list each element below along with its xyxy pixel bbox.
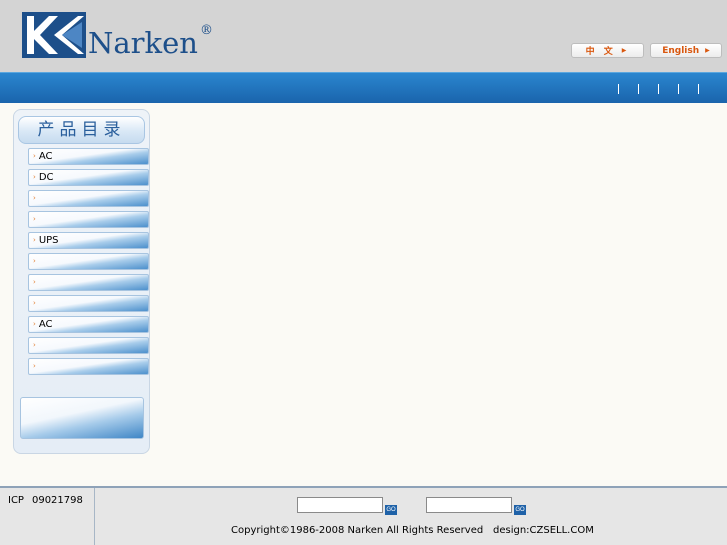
catalog-item-3[interactable]: › xyxy=(28,190,149,207)
catalog-title: 产品目录 xyxy=(18,116,145,144)
icp-label: ICP xyxy=(8,495,24,506)
design-credit[interactable]: design:CZSELL.COM xyxy=(493,525,594,536)
footer-search-input-1[interactable] xyxy=(297,497,383,513)
catalog-item-11[interactable]: › xyxy=(28,358,149,375)
triangle-right-icon: ▶ xyxy=(621,47,630,54)
catalog-item-7[interactable]: › xyxy=(28,274,149,291)
catalog-item-6[interactable]: › xyxy=(28,253,149,270)
catalog-item-ac[interactable]: › AC xyxy=(28,148,149,165)
chevron-right-icon: › xyxy=(33,278,36,286)
brand-name: Narken xyxy=(88,26,198,60)
lang-english-label: English xyxy=(662,45,700,56)
logo[interactable]: Narken ® xyxy=(22,12,213,60)
footer: ICP 09021798 GO GO Copyright©1986-2008 Na… xyxy=(0,486,727,545)
nav-separator xyxy=(638,84,639,94)
nav-bar xyxy=(0,72,727,103)
chevron-right-icon: › xyxy=(33,341,36,349)
header: Narken ® 中 文 ▶ English ▶ xyxy=(0,0,727,72)
catalog-item-ups[interactable]: › UPS xyxy=(28,232,149,249)
lang-chinese-button[interactable]: 中 文 ▶ xyxy=(571,43,644,58)
footer-search-input-2[interactable] xyxy=(426,497,512,513)
registered-mark: ® xyxy=(199,23,213,38)
lang-chinese-label: 中 文 xyxy=(585,47,616,57)
chevron-right-icon: › xyxy=(33,320,36,328)
catalog-item-8[interactable]: › xyxy=(28,295,149,312)
narken-logo-mark xyxy=(22,12,86,58)
catalog-item-label: UPS xyxy=(38,235,59,246)
catalog-item-4[interactable]: › xyxy=(28,211,149,228)
catalog-item-label: AC xyxy=(38,319,53,330)
chevron-right-icon: › xyxy=(33,236,36,244)
chevron-right-icon: › xyxy=(33,173,36,181)
chevron-right-icon: › xyxy=(33,362,36,370)
nav-separator xyxy=(678,84,679,94)
go-button-2[interactable]: GO xyxy=(514,505,526,515)
icp-number: 09021798 xyxy=(31,495,83,506)
chevron-right-icon: › xyxy=(33,215,36,223)
chevron-right-icon: › xyxy=(33,257,36,265)
catalog-item-dc[interactable]: › DC xyxy=(28,169,149,186)
nav-separator xyxy=(698,84,699,94)
chevron-right-icon: › xyxy=(33,194,36,202)
copyright-text: Copyright©1986-2008 Narken All Rights Re… xyxy=(231,525,484,536)
triangle-right-icon: ▶ xyxy=(705,47,710,54)
nav-separator xyxy=(658,84,659,94)
chevron-right-icon: › xyxy=(33,299,36,307)
catalog-item-label: DC xyxy=(38,172,54,183)
catalog-item-10[interactable]: › xyxy=(28,337,149,354)
footer-divider xyxy=(94,488,95,545)
sidebar-banner[interactable] xyxy=(20,397,144,439)
lang-english-button[interactable]: English ▶ xyxy=(650,43,722,58)
catalog-item-label: AC xyxy=(38,151,53,162)
catalog-menu: › AC › DC › › › UPS › › › › AC › › xyxy=(28,148,149,379)
nav-separator xyxy=(618,84,619,94)
icp-record[interactable]: ICP 09021798 xyxy=(8,495,83,506)
go-button-1[interactable]: GO xyxy=(385,505,397,515)
catalog-item-ac-2[interactable]: › AC xyxy=(28,316,149,333)
product-catalog-sidebar: 产品目录 › AC › DC › › › UPS › › › › AC › › xyxy=(13,109,150,454)
chevron-right-icon: › xyxy=(33,152,36,160)
